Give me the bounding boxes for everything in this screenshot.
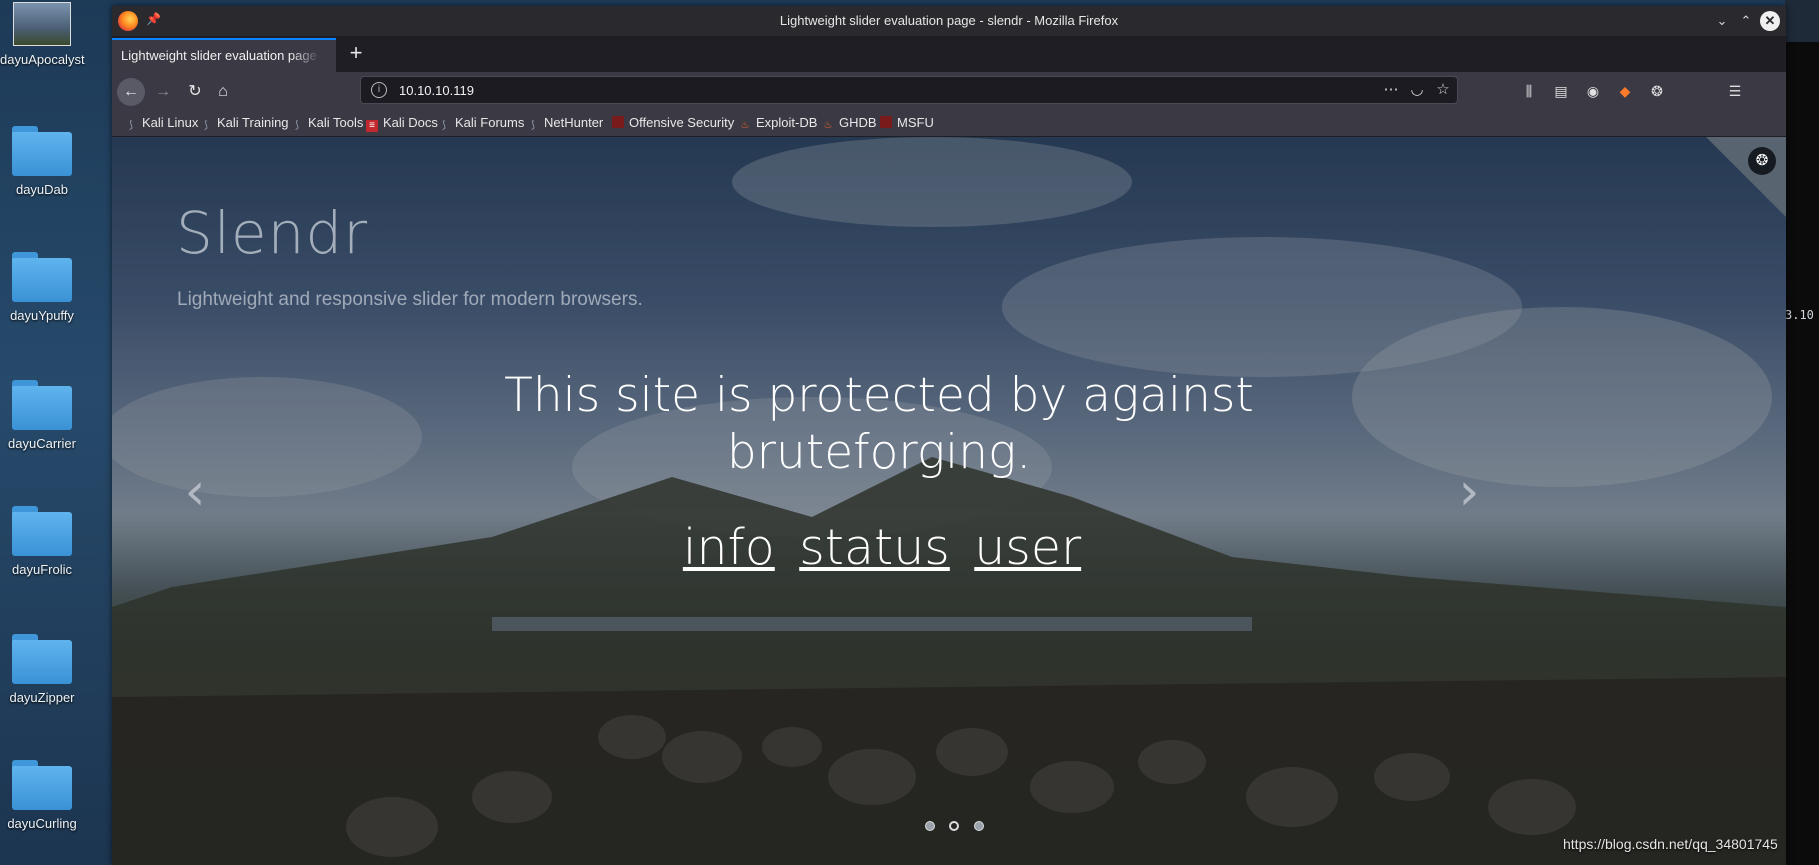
extension-fox-icon[interactable]: ◆ — [1614, 80, 1636, 102]
kali-dragon-icon: ⟆ — [129, 120, 133, 131]
desktop-icon-dayuypuffy[interactable]: dayuYpuffy — [0, 252, 84, 323]
slide-headline: This site is protected by against brutef… — [504, 368, 1254, 480]
slider-pagination — [920, 818, 989, 836]
offsec-icon — [880, 116, 892, 128]
page-actions-icon[interactable]: ⋯ — [1381, 80, 1401, 98]
brand-title: Slendr — [176, 199, 369, 267]
bookmark-label: Kali Forums — [455, 115, 525, 130]
tab-bar: Lightweight slider evaluation page - sle… — [112, 36, 1786, 72]
new-tab-button[interactable]: + — [344, 42, 368, 66]
window-title: Lightweight slider evaluation page - sle… — [779, 13, 1119, 28]
github-corner-ribbon[interactable] — [1706, 137, 1786, 217]
extension-cookie-icon[interactable]: ❂ — [1646, 80, 1668, 102]
kali-dragon-icon: ⟆ — [204, 120, 208, 131]
sidebar-icon[interactable]: ▤ — [1550, 80, 1572, 102]
status-link[interactable]: status — [799, 519, 950, 576]
slider-next-arrow-icon[interactable]: › — [1454, 466, 1484, 518]
back-button[interactable]: ← — [117, 78, 145, 106]
extension-globe-icon[interactable]: ◉ — [1582, 80, 1604, 102]
image-thumbnail-icon — [13, 2, 71, 46]
terminal-text-fragment: 3.10 — [1785, 308, 1814, 322]
bookmark-kali-linux[interactable]: ⟆ Kali Linux — [125, 115, 198, 132]
bookmark-msfu[interactable]: MSFU — [880, 115, 934, 130]
bookmark-label: Kali Tools — [308, 115, 364, 130]
slider-dot-2[interactable] — [949, 821, 960, 831]
offsec-icon — [612, 116, 624, 128]
folder-icon — [12, 760, 72, 810]
bookmark-star-icon[interactable]: ☆ — [1433, 80, 1453, 98]
bookmark-label: NetHunter — [544, 115, 604, 130]
bookmark-label: Kali Training — [217, 115, 289, 130]
exploitdb-icon: ♨ — [740, 120, 750, 131]
bookmark-label: Offensive Security — [629, 115, 735, 130]
bookmark-label: MSFU — [897, 115, 934, 130]
slider-dot-1[interactable] — [925, 821, 935, 831]
desktop-icon-label: dayuZipper — [9, 690, 75, 705]
reload-button[interactable]: ↻ — [182, 79, 208, 105]
desktop-icon-dayucarrier[interactable]: dayuCarrier — [0, 380, 84, 451]
watermark-url: https://blog.csdn.net/qq_34801745 — [1563, 836, 1778, 852]
kali-dragon-icon: ⟆ — [295, 120, 299, 131]
forward-button[interactable]: → — [150, 79, 176, 105]
desktop-icon-dayudab[interactable]: dayuDab — [0, 126, 84, 197]
desktop-icon-label: dayuYpuffy — [10, 308, 74, 323]
bookmark-label: GHDB — [839, 115, 877, 130]
desktop-icon-dayufrolic[interactable]: dayuFrolic — [0, 506, 84, 577]
slider-prev-arrow-icon[interactable]: ‹ — [180, 466, 210, 518]
bookmark-ghdb[interactable]: ♨ GHDB — [822, 115, 877, 132]
desktop-icon-label: dayuDab — [15, 182, 69, 197]
bookmark-kali-tools[interactable]: ⟆ Kali Tools — [291, 115, 363, 132]
slide-links: info status user — [632, 519, 1132, 576]
info-link[interactable]: info — [683, 519, 775, 576]
close-button[interactable]: ✕ — [1760, 11, 1780, 31]
tab-slendr[interactable]: Lightweight slider evaluation page - sle… — [112, 38, 336, 72]
desktop-icon-label: dayuApocalyst — [0, 52, 85, 67]
desktop-icon-dayuzipper[interactable]: dayuZipper — [0, 634, 84, 705]
bookmarks-toolbar: ⟆ Kali Linux ⟆ Kali Training ⟆ Kali Tools ≡… — [112, 110, 1786, 137]
url-text[interactable]: 10.10.10.119 — [399, 83, 474, 98]
folder-icon — [12, 506, 72, 556]
background-terminal-window — [1785, 0, 1819, 865]
bookmark-offensive-security[interactable]: Offensive Security — [612, 115, 734, 130]
desktop-icon-dayucurling[interactable]: dayuCurling — [0, 760, 84, 831]
user-link[interactable]: user — [974, 519, 1081, 576]
bookmark-label: Kali Docs — [383, 115, 438, 130]
navigation-toolbar: ← → ↻ ⌂ i 10.10.10.119 ⋯ ◡ ☆ ⫼ ▤ ◉ ◆ ❂ ☰ — [112, 72, 1786, 110]
firefox-window: 📌 Lightweight slider evaluation page - s… — [112, 6, 1786, 865]
desktop-icon-label: dayuCarrier — [8, 436, 76, 451]
folder-icon — [12, 252, 72, 302]
desktop-icon-label: dayuCurling — [7, 816, 77, 831]
window-titlebar[interactable]: 📌 Lightweight slider evaluation page - s… — [112, 6, 1786, 36]
bookmark-kali-training[interactable]: ⟆ Kali Training — [200, 115, 289, 132]
url-bar[interactable]: i 10.10.10.119 ⋯ ◡ ☆ — [360, 76, 1458, 104]
bookmark-nethunter[interactable]: ⟆ NetHunter — [527, 115, 603, 132]
folder-icon — [12, 634, 72, 684]
tab-title: Lightweight slider evaluation page - sle… — [121, 48, 321, 63]
maximize-button[interactable]: ⌃ — [1736, 11, 1756, 31]
home-button[interactable]: ⌂ — [210, 79, 236, 105]
bookmark-label: Kali Linux — [142, 115, 199, 130]
library-icon[interactable]: ⫼ — [1518, 80, 1540, 102]
exploitdb-icon: ♨ — [823, 120, 833, 131]
site-info-icon[interactable]: i — [371, 82, 387, 98]
bookmark-kali-forums[interactable]: ⟆ Kali Forums — [438, 115, 524, 132]
github-octocat-icon[interactable]: ❂ — [1748, 147, 1776, 175]
kali-dragon-icon: ⟆ — [531, 120, 535, 131]
kali-docs-icon: ≡ — [366, 120, 378, 132]
desktop-icon-label: dayuFrolic — [12, 562, 72, 577]
desktop-icon-dayuapocalyst[interactable]: dayuApocalyst — [0, 2, 85, 67]
kali-dragon-icon: ⟆ — [442, 120, 446, 131]
pocket-icon[interactable]: ◡ — [1407, 80, 1427, 98]
bookmark-kali-docs[interactable]: ≡ Kali Docs — [366, 115, 438, 132]
folder-icon — [12, 126, 72, 176]
minimize-button[interactable]: ⌄ — [1712, 11, 1732, 31]
bookmark-exploit-db[interactable]: ♨ Exploit-DB — [739, 115, 818, 132]
bookmark-label: Exploit-DB — [756, 115, 818, 130]
brand-subtitle: Lightweight and responsive slider for mo… — [177, 289, 643, 310]
folder-icon — [12, 380, 72, 430]
slider-dot-3[interactable] — [973, 821, 984, 831]
menu-hamburger-icon[interactable]: ☰ — [1724, 80, 1746, 102]
page-content: Slendr Lightweight and responsive slider… — [112, 137, 1786, 865]
